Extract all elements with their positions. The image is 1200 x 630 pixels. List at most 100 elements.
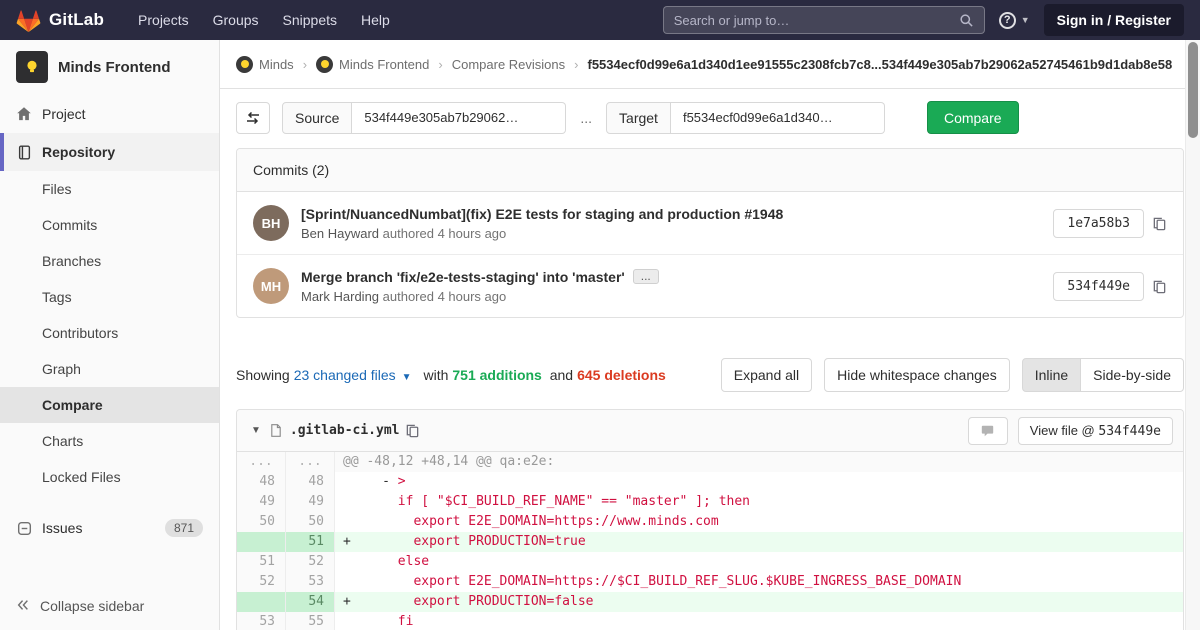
project-title: Minds Frontend [58, 59, 171, 76]
sidebar-item-repository[interactable]: Repository [0, 133, 219, 171]
diff-new-line-number[interactable]: 49 [286, 492, 335, 512]
navbar-link-snippets[interactable]: Snippets [271, 0, 349, 40]
additions-count: 751 additions [452, 367, 541, 383]
navbar-link-projects[interactable]: Projects [126, 0, 201, 40]
diff-line: 54+ export PRODUCTION=false [237, 592, 1183, 612]
project-header[interactable]: Minds Frontend [0, 40, 219, 95]
diff-new-line-number[interactable]: 52 [286, 552, 335, 572]
hide-whitespace-button[interactable]: Hide whitespace changes [824, 358, 1010, 392]
inline-view-button[interactable]: Inline [1022, 358, 1081, 392]
commit-title-link[interactable]: Merge branch 'fix/e2e-tests-staging' int… [301, 269, 625, 285]
sidebar-item-contributors[interactable]: Contributors [0, 315, 219, 351]
code-segment [343, 494, 398, 509]
diff-code: else [335, 552, 1183, 572]
commit-message-expand-button[interactable]: ... [633, 269, 659, 284]
sidebar-item-branches[interactable]: Branches [0, 243, 219, 279]
breadcrumb-link[interactable]: Compare Revisions [452, 57, 565, 72]
collapse-diff-icon[interactable]: ▼ [251, 425, 261, 436]
sidebar-item-tags[interactable]: Tags [0, 279, 219, 315]
breadcrumb-label: Minds Frontend [339, 57, 429, 72]
navbar-link-groups[interactable]: Groups [201, 0, 271, 40]
diff-code: if [ "$CI_BUILD_REF_NAME" == "master" ];… [335, 492, 1183, 512]
source-ref-dropdown[interactable]: 534f449e305ab7b29062… [352, 102, 566, 134]
target-input-group: Target f5534ecf0d99e6a1d340… [606, 102, 885, 134]
lightbulb-icon [22, 57, 42, 77]
commit-meta: Ben Hayward authored 4 hours ago [301, 226, 1053, 241]
sidebar-item-project[interactable]: Project [0, 95, 219, 133]
breadcrumb-separator: › [438, 57, 442, 72]
diff-file-panel: ▼ .gitlab-ci.yml [236, 409, 1184, 630]
commit-title-link[interactable]: [Sprint/NuancedNumbat](fix) E2E tests fo… [301, 206, 783, 222]
expand-all-button[interactable]: Expand all [721, 358, 812, 392]
view-file-button[interactable]: View file @ 534f449e [1018, 417, 1173, 445]
diff-new-line-number[interactable]: 51 [286, 532, 335, 552]
toggle-comments-button[interactable] [968, 417, 1008, 445]
diff-new-line-number[interactable]: 53 [286, 572, 335, 592]
vertical-scrollbar[interactable] [1185, 40, 1200, 630]
group-avatar [236, 56, 253, 73]
code-segment [343, 614, 398, 629]
search-icon [959, 13, 974, 28]
diff-old-line-number[interactable]: 50 [237, 512, 286, 532]
left-sidebar: Minds Frontend Project Repository FilesC… [0, 40, 220, 630]
gitlab-tanuki-icon [16, 8, 41, 33]
diff-file-header: ▼ .gitlab-ci.yml [237, 410, 1183, 452]
copy-sha-button[interactable] [1152, 216, 1167, 231]
diff-old-line-number[interactable] [237, 532, 286, 552]
gitlab-logo[interactable]: GitLab [16, 8, 104, 33]
code-segment: if [ "$CI_BUILD_REF_NAME" == "master" ];… [398, 494, 750, 509]
commit-sha-link[interactable]: 1e7a58b3 [1053, 209, 1144, 238]
sign-in-button[interactable]: Sign in / Register [1044, 4, 1184, 36]
diff-old-line-number[interactable]: 52 [237, 572, 286, 592]
diff-file-actions: View file @ 534f449e [968, 417, 1173, 445]
breadcrumb-link[interactable]: Minds [236, 56, 294, 73]
code-segment: export PRODUCTION=false [413, 594, 593, 609]
diff-line: ......@@ -48,12 +48,14 @@ qa:e2e: [237, 452, 1183, 472]
side-by-side-view-button[interactable]: Side-by-side [1080, 358, 1184, 392]
diff-new-line-number[interactable]: 48 [286, 472, 335, 492]
sidebar-item-compare[interactable]: Compare [0, 387, 219, 423]
search-input[interactable] [674, 13, 959, 28]
commit-title-row: Merge branch 'fix/e2e-tests-staging' int… [301, 269, 1053, 285]
copy-sha-button[interactable] [1152, 279, 1167, 294]
commit-author-link[interactable]: Mark Harding [301, 289, 379, 304]
target-ref-dropdown[interactable]: f5534ecf0d99e6a1d340… [671, 102, 885, 134]
commit-list: BH [Sprint/NuancedNumbat](fix) E2E tests … [237, 192, 1183, 317]
commit-author-avatar: BH [253, 205, 289, 241]
diff-line: 4848 - > [237, 472, 1183, 492]
diff-old-line-number[interactable]: 49 [237, 492, 286, 512]
commit-author-link[interactable]: Ben Hayward [301, 226, 379, 241]
sidebar-item-charts[interactable]: Charts [0, 423, 219, 459]
copy-filename-button[interactable] [405, 423, 420, 438]
navbar-link-help[interactable]: Help [349, 0, 402, 40]
diff-old-line-number[interactable] [237, 592, 286, 612]
diff-new-line-number[interactable]: 55 [286, 612, 335, 630]
commit-author-avatar: MH [253, 268, 289, 304]
sidebar-item-locked-files[interactable]: Locked Files [0, 459, 219, 495]
sidebar-item-files[interactable]: Files [0, 171, 219, 207]
diff-old-line-number[interactable]: 51 [237, 552, 286, 572]
changed-files-dropdown[interactable]: 23 changed files [294, 367, 396, 383]
diff-old-line-number[interactable]: 53 [237, 612, 286, 630]
diff-new-line-number[interactable]: 50 [286, 512, 335, 532]
sidebar-item-issues[interactable]: Issues 871 [0, 509, 219, 547]
commit-sha-link[interactable]: 534f449e [1053, 272, 1144, 301]
lightbulb-dot-icon [241, 60, 249, 68]
breadcrumb-label: Minds [259, 57, 294, 72]
swap-revisions-button[interactable] [236, 102, 270, 134]
diff-old-line-number[interactable]: 48 [237, 472, 286, 492]
breadcrumb-link[interactable]: Minds Frontend [316, 56, 429, 73]
help-icon: ? [999, 12, 1016, 29]
scrollbar-thumb[interactable] [1188, 42, 1198, 138]
diff-new-line-number[interactable]: 54 [286, 592, 335, 612]
sidebar-item-commits[interactable]: Commits [0, 207, 219, 243]
search-box[interactable] [663, 6, 985, 34]
compare-button[interactable]: Compare [927, 101, 1019, 134]
diff-filename[interactable]: .gitlab-ci.yml [290, 423, 400, 438]
help-menu[interactable]: ? ▼ [999, 12, 1030, 29]
collapse-sidebar-button[interactable]: Collapse sidebar [0, 582, 219, 630]
swap-icon [245, 110, 261, 126]
sidebar-item-graph[interactable]: Graph [0, 351, 219, 387]
breadcrumb-separator: › [303, 57, 307, 72]
main-content: Minds›Minds Frontend›Compare Revisions› … [220, 40, 1200, 630]
